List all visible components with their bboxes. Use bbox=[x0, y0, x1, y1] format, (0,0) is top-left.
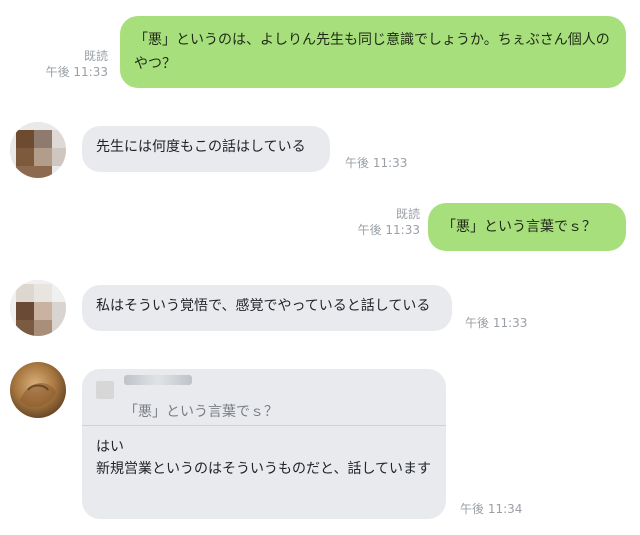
message-text: 先生には何度もこの話はしている bbox=[96, 139, 306, 155]
reply-preview[interactable]: 「悪」という言葉でｓ？ bbox=[82, 369, 446, 426]
avatar-image bbox=[10, 122, 66, 178]
contact-avatar[interactable] bbox=[10, 122, 66, 178]
message-meta: 既読 午後 11:33 bbox=[0, 48, 108, 80]
message-text-line: やつ？ bbox=[134, 56, 176, 72]
reply-quote-text: 「悪」という言葉でｓ？ bbox=[124, 404, 278, 420]
message-time: 午後 11:33 bbox=[357, 223, 420, 237]
contact-avatar[interactable] bbox=[10, 280, 66, 336]
avatar-image bbox=[10, 362, 66, 418]
message-time: 午後 11:33 bbox=[465, 316, 528, 330]
outgoing-message-bubble[interactable]: 「悪」というのは、よしりん先生も同じ意識でしょうか。ちぇぶさん個人の やつ？ bbox=[120, 16, 626, 88]
reply-sender-name bbox=[124, 375, 192, 385]
reply-thumbnail bbox=[96, 381, 114, 399]
outgoing-message-bubble[interactable]: 「悪」という言葉でｓ？ bbox=[428, 203, 626, 251]
incoming-message-bubble[interactable]: 先生には何度もこの話はしている bbox=[82, 126, 330, 172]
message-text-line: はい bbox=[96, 439, 124, 455]
message-text: 「悪」という言葉でｓ？ bbox=[442, 219, 596, 235]
avatar-image bbox=[10, 280, 66, 336]
incoming-reply-bubble[interactable]: 「悪」という言葉でｓ？ はい 新規営業というのはそういうものだと、話しています bbox=[82, 369, 446, 519]
message-time: 午後 11:34 bbox=[460, 502, 523, 516]
chat-thread: 既読 午後 11:33 「悪」というのは、よしりん先生も同じ意識でしょうか。ちぇ… bbox=[0, 0, 640, 535]
message-time: 午後 11:33 bbox=[45, 65, 108, 79]
incoming-message-bubble[interactable]: 私はそういう覚悟で、感覚でやっていると話している bbox=[82, 285, 452, 331]
message-text-line: 「悪」というのは、よしりん先生も同じ意識でしょうか。ちぇぶさん個人の bbox=[134, 32, 610, 48]
read-receipt: 既読 bbox=[395, 207, 420, 221]
message-text: 私はそういう覚悟で、感覚でやっていると話している bbox=[96, 298, 431, 314]
message-time: 午後 11:33 bbox=[345, 156, 408, 170]
read-receipt: 既読 bbox=[83, 49, 108, 63]
message-meta: 既読 午後 11:33 bbox=[300, 206, 420, 238]
message-text-line: 新規営業というのはそういうものだと、話しています bbox=[96, 461, 432, 477]
contact-avatar[interactable] bbox=[10, 362, 66, 418]
